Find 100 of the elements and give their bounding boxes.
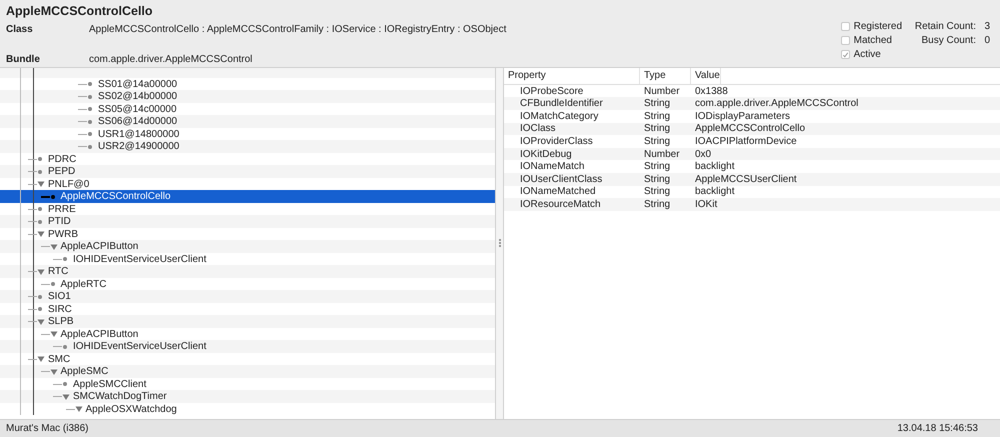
- tree-item[interactable]: SS01@14a00000: [0, 78, 495, 90]
- tree-item[interactable]: AppleSMCClient: [0, 378, 495, 390]
- tree-item[interactable]: IOHIDEventServiceUserClient: [0, 252, 495, 266]
- column-header[interactable]: Value: [691, 68, 721, 84]
- tree-item[interactable]: SS06@14d00000: [0, 115, 495, 128]
- info-value: com.apple.driver.AppleMCCSControl: [89, 54, 254, 65]
- checkbox-label: Registered: [854, 21, 902, 32]
- leaf-dot-icon: [87, 80, 95, 88]
- count-value: 0: [983, 35, 990, 46]
- tree-item[interactable]: USR2@14900000: [0, 140, 495, 153]
- leaf-dot-icon: [87, 142, 95, 151]
- value-cell-text: com.apple.driver.AppleMCCSControl: [694, 98, 858, 110]
- type-cell-text: String: [643, 199, 672, 210]
- checkbox-label: Active: [854, 49, 881, 60]
- tree-item[interactable]: SIO1: [0, 290, 495, 303]
- tree-item[interactable]: SLPB: [0, 315, 495, 328]
- leaf-dot-icon: [62, 342, 70, 351]
- property-cell-text: IOClass: [519, 123, 557, 134]
- property-cell-text: IOKitDebug: [519, 148, 573, 160]
- timestamp: 13.04.18 15:46:53: [897, 423, 978, 434]
- type-cell-text: Number: [643, 148, 681, 160]
- disclosure-triangle-icon[interactable]: [50, 368, 58, 376]
- info-label: Bundle: [6, 54, 41, 65]
- disclosure-triangle-icon[interactable]: [37, 180, 45, 188]
- property-cell-text: IOProbeScore: [519, 86, 584, 97]
- tree-item[interactable]: AppleACPIButton: [0, 328, 495, 340]
- info-value: AppleMCCSControlCello : AppleMCCSControlFamily : IOService : IORegistryEntry : OSObject: [89, 24, 508, 35]
- leaf-dot-icon: [62, 380, 70, 388]
- leaf-dot-icon: [37, 155, 45, 164]
- disclosure-triangle-icon[interactable]: [37, 268, 45, 276]
- tree-item[interactable]: PWRB: [0, 228, 495, 240]
- property-cell-text: IONameMatch: [519, 161, 586, 172]
- disclosure-triangle-icon[interactable]: [37, 355, 45, 364]
- tree-item[interactable]: AppleACPIButton: [0, 240, 495, 253]
- tree-item[interactable]: PEPD: [0, 165, 495, 178]
- machine-name: Murat's Mac (i386): [6, 423, 88, 434]
- tree-item[interactable]: RTC: [0, 265, 495, 278]
- type-cell-text: String: [643, 174, 672, 185]
- property-cell-text: IONameMatched: [519, 186, 597, 198]
- tree-item[interactable]: SS02@14b00000: [0, 90, 495, 103]
- type-cell-text: Number: [643, 86, 681, 97]
- tree-item[interactable]: AppleRTC: [0, 278, 495, 290]
- checkbox[interactable]: [840, 22, 850, 31]
- leaf-dot-icon: [87, 130, 95, 138]
- disclosure-triangle-icon[interactable]: [37, 318, 45, 326]
- column-header[interactable]: Property: [504, 68, 640, 84]
- disclosure-triangle-icon[interactable]: [37, 230, 45, 238]
- property-cell-text: IOResourceMatch: [519, 199, 602, 210]
- leaf-dot-icon: [50, 192, 58, 201]
- tree-item[interactable]: PTID: [0, 215, 495, 228]
- checkbox[interactable]: [840, 50, 850, 59]
- node-title: AppleMCCSControlCello: [6, 4, 154, 18]
- leaf-dot-icon: [37, 305, 45, 314]
- value-cell-text: backlight: [694, 186, 734, 198]
- property-cell-text: IOProviderClass: [519, 136, 594, 148]
- leaf-dot-icon: [37, 292, 45, 301]
- leaf-dot-icon: [50, 280, 58, 288]
- tree-item[interactable]: PNLF@0: [0, 178, 495, 190]
- property-cell-text: IOMatchCategory: [519, 110, 600, 122]
- value-cell-text: IOKit: [694, 199, 718, 210]
- info-label: Class: [6, 24, 34, 35]
- leaf-dot-icon: [37, 168, 45, 176]
- tree-item[interactable]: SMCWatchDogTimer: [0, 390, 495, 403]
- tree-item[interactable]: PRRE: [0, 202, 495, 216]
- checkbox-label: Matched: [854, 35, 892, 46]
- count-label: Busy Count:: [920, 35, 976, 46]
- disclosure-triangle-icon[interactable]: [62, 392, 70, 401]
- leaf-dot-icon: [87, 118, 95, 126]
- leaf-dot-icon: [62, 255, 70, 264]
- type-cell-text: String: [643, 110, 672, 122]
- type-cell-text: String: [643, 98, 672, 110]
- value-cell-text: AppleMCCSControlCello: [694, 123, 806, 134]
- value-cell-text: IODisplayParameters: [694, 110, 790, 122]
- count-label: Retain Count:: [914, 21, 976, 32]
- type-cell-text: String: [643, 161, 672, 172]
- splitter-handle-icon[interactable]: [498, 239, 500, 248]
- column-header[interactable]: Type: [640, 68, 691, 84]
- type-cell-text: String: [643, 136, 672, 148]
- leaf-dot-icon: [87, 92, 95, 101]
- type-cell-text: String: [643, 123, 672, 134]
- disclosure-triangle-icon[interactable]: [50, 330, 58, 338]
- tree-item[interactable]: AppleSMC: [0, 365, 495, 378]
- tree-item[interactable]: SIRC: [0, 302, 495, 316]
- value-cell-text: IOACPIPlatformDevice: [694, 136, 797, 148]
- count-value: 3: [983, 21, 990, 32]
- disclosure-triangle-icon[interactable]: [50, 242, 58, 251]
- tree-item[interactable]: IOHIDEventServiceUserClient: [0, 340, 495, 353]
- value-cell-text: 0x0: [694, 148, 712, 160]
- tree-item[interactable]: AppleMCCSControlCello: [0, 190, 495, 203]
- value-cell-text: 0x1388: [694, 86, 728, 97]
- tree-item[interactable]: SMC: [0, 352, 495, 366]
- leaf-dot-icon: [87, 105, 95, 114]
- tree-item[interactable]: USR1@14800000: [0, 128, 495, 140]
- tree-item[interactable]: SS05@14c00000: [0, 102, 495, 116]
- checkbox[interactable]: [840, 36, 850, 45]
- tree-item[interactable]: PDRC: [0, 152, 495, 166]
- property-cell-text: CFBundleIdentifier: [519, 98, 604, 110]
- disclosure-triangle-icon[interactable]: [74, 405, 82, 414]
- leaf-dot-icon: [37, 218, 45, 226]
- property-cell-text: IOUserClientClass: [519, 174, 604, 185]
